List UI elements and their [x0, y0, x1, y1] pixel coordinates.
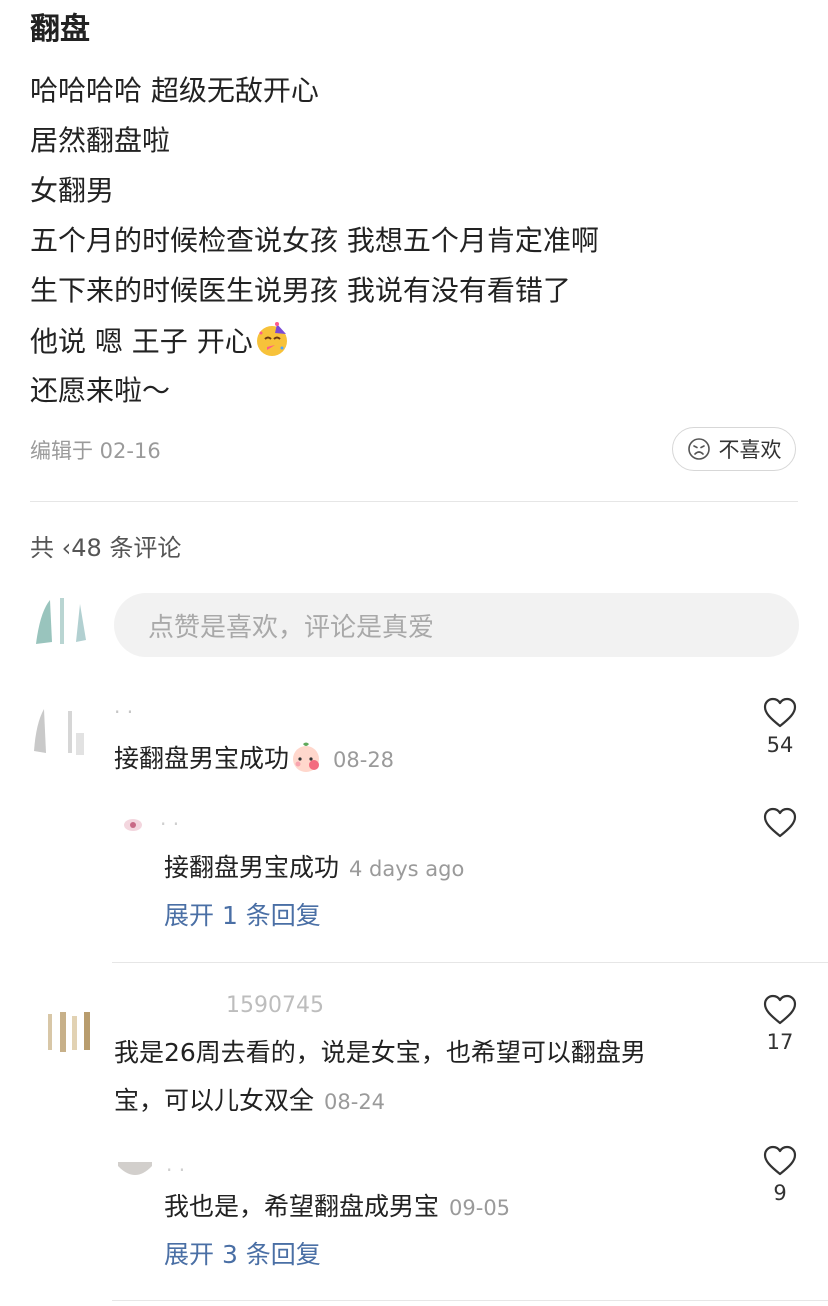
commenter-avatar[interactable] — [30, 703, 90, 759]
reply-date: 09-05 — [449, 1196, 511, 1220]
party-face-emoji-icon — [256, 322, 287, 356]
heart-icon — [763, 1145, 797, 1176]
section-divider — [30, 501, 798, 502]
dislike-button[interactable]: 不喜欢 — [672, 427, 796, 471]
expand-replies-link[interactable]: 展开 3 条回复 — [164, 1237, 321, 1273]
comment-input[interactable]: 点赞是喜欢，评论是真爱 — [114, 593, 799, 657]
post-line-4: 五个月的时候检查说女孩 我想五个月肯定准啊 — [30, 224, 599, 257]
like-count: 9 — [773, 1181, 787, 1205]
reply-body: 接翻盘男宝成功 4 days ago — [164, 848, 464, 889]
comment-count: 共 ‹48 条评论 — [30, 534, 182, 562]
post-line-7: 还愿来啦～ — [30, 374, 171, 407]
post-line-6-text: 他说 嗯 王子 开心 — [30, 325, 253, 358]
replier-name-blurred[interactable]: · · — [166, 1158, 185, 1182]
post-line-2: 居然翻盘啦 — [30, 124, 171, 157]
edited-timestamp: 编辑于 02-16 — [30, 439, 161, 463]
comment-divider — [112, 1300, 828, 1301]
post-line-1: 哈哈哈哈 超级无敌开心 — [30, 74, 319, 107]
reply-like-button[interactable] — [750, 807, 810, 839]
reply-date: 4 days ago — [349, 857, 465, 881]
like-count: 17 — [766, 1030, 794, 1054]
reply-text: 我也是，希望翻盘成男宝 — [164, 1192, 440, 1221]
replier-avatar[interactable] — [120, 816, 146, 834]
comment-line-1: 我是26周去看的，说是女宝，也希望可以翻盘男 — [114, 1038, 646, 1067]
comment-date: 08-28 — [333, 748, 395, 772]
comment-divider — [112, 962, 828, 963]
post-line-3: 女翻男 — [30, 174, 115, 207]
commenter-name-blurred[interactable]: · · — [114, 700, 133, 724]
reply-body: 我也是，希望翻盘成男宝 09-05 — [164, 1187, 510, 1228]
my-avatar[interactable] — [30, 594, 90, 650]
replier-name-blurred[interactable]: · · — [160, 812, 179, 836]
reply-like-button[interactable]: 9 — [750, 1145, 810, 1207]
peach-cheeks-emoji-icon — [293, 742, 320, 772]
heart-icon — [763, 807, 797, 838]
comment-input-placeholder: 点赞是喜欢，评论是真爱 — [148, 612, 435, 643]
replier-avatar[interactable] — [116, 1162, 154, 1184]
post-title: 翻盘 — [30, 12, 90, 47]
comment-text: 接翻盘男宝成功 — [114, 744, 290, 773]
sad-face-icon — [687, 438, 710, 460]
heart-icon — [763, 697, 797, 728]
like-button[interactable]: 17 — [750, 994, 810, 1056]
heart-icon — [763, 994, 797, 1025]
commenter-name[interactable]: 1590745 — [226, 994, 324, 1018]
comment-text: 宝，可以儿女双全 — [114, 1086, 315, 1115]
post-line-6: 他说 嗯 王子 开心 — [30, 321, 291, 362]
reply-text: 接翻盘男宝成功 — [164, 853, 340, 882]
post-line-5: 生下来的时候医生说男孩 我说有没有看错了 — [30, 274, 571, 307]
dislike-label: 不喜欢 — [718, 438, 782, 462]
like-count: 54 — [766, 733, 794, 757]
comment-body: 接翻盘男宝成功 08-28 — [114, 739, 394, 780]
comment-date: 08-24 — [324, 1090, 386, 1114]
commenter-avatar[interactable] — [46, 1010, 96, 1054]
like-button[interactable]: 54 — [750, 697, 810, 759]
comment-line-2: 宝，可以儿女双全 08-24 — [114, 1081, 385, 1122]
expand-replies-link[interactable]: 展开 1 条回复 — [164, 898, 321, 934]
